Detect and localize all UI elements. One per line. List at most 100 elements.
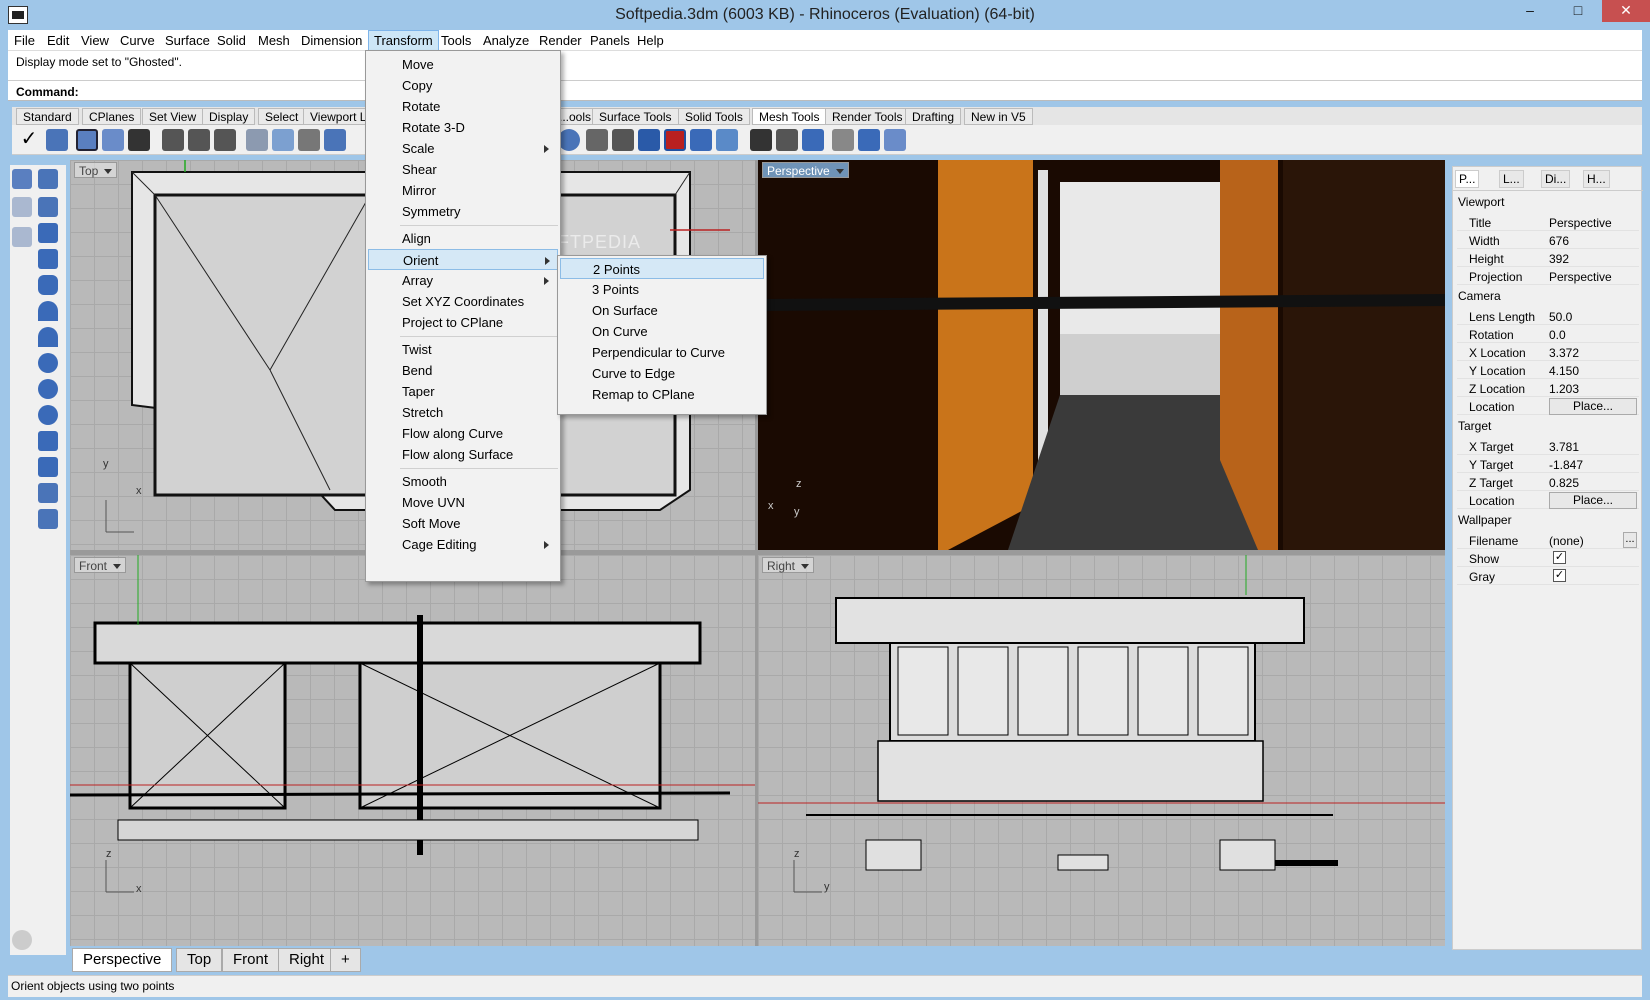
menu-item-flow-surface[interactable]: Flow along Surface [368,444,558,465]
gear-icon[interactable] [12,930,32,950]
mesh-box-icon[interactable] [76,129,98,151]
pipe-icon[interactable] [38,431,58,451]
value-zloc[interactable]: 1.203 [1549,382,1579,396]
mesh-surface-icon[interactable] [272,129,294,151]
viewport-perspective[interactable]: z x y Perspective [758,160,1445,550]
cylinder-icon[interactable] [38,275,58,295]
menu-item-move-uvn[interactable]: Move UVN [368,492,558,513]
close-button[interactable]: ✕ [1602,0,1650,22]
mesh-sphere2-icon[interactable] [558,129,580,151]
curve-icon[interactable] [12,197,32,217]
vptab-right[interactable]: Right [278,948,336,972]
transform-icon[interactable] [38,483,58,503]
menu-item-bend[interactable]: Bend [368,360,558,381]
mesh-figure-icon[interactable] [162,129,184,151]
mesh-triangulate-icon[interactable] [884,129,906,151]
gray-checkbox[interactable]: ✓ [1553,569,1566,582]
chevron-down-icon[interactable] [104,169,113,175]
value-height[interactable]: 392 [1549,252,1569,266]
vptab-perspective[interactable]: Perspective [72,948,173,972]
submenu-item-on-curve[interactable]: On Curve [560,321,764,342]
mesh-skull-icon[interactable] [298,129,320,151]
menu-mesh[interactable]: Mesh [258,33,290,48]
value-ytarget[interactable]: -1.847 [1549,458,1583,472]
viewport-title-top[interactable]: Top [74,162,118,178]
menu-analyze[interactable]: Analyze [483,33,529,48]
tab-surface-tools[interactable]: Surface Tools [592,108,679,125]
menu-tools[interactable]: Tools [441,33,471,48]
show-checkbox[interactable]: ✓ [1553,551,1566,564]
tab-layers[interactable]: L... [1499,170,1524,188]
viewport-title-perspective[interactable]: Perspective [762,162,849,178]
menu-transform[interactable]: Transform [368,30,439,51]
value-xloc[interactable]: 3.372 [1549,346,1579,360]
submenu-item-on-surface[interactable]: On Surface [560,300,764,321]
menu-solid[interactable]: Solid [217,33,246,48]
tab-set-view[interactable]: Set View [142,108,204,125]
mesh-cut-icon[interactable] [586,129,608,151]
menu-item-rotate[interactable]: Rotate [368,96,558,117]
tab-mesh-tools[interactable]: Mesh Tools [752,108,827,125]
checkmark-icon[interactable]: ✓ [18,129,40,151]
menu-item-twist[interactable]: Twist [368,339,558,360]
menu-curve[interactable]: Curve [120,33,155,48]
menu-item-smooth[interactable]: Smooth [368,471,558,492]
maximize-button[interactable]: □ [1558,0,1598,22]
mesh-split-icon[interactable] [612,129,634,151]
menu-item-soft-move[interactable]: Soft Move [368,513,558,534]
mesh-patch-icon[interactable] [102,129,124,151]
submenu-item-3-points[interactable]: 3 Points [560,279,764,300]
menu-item-stretch[interactable]: Stretch [368,402,558,423]
torus-icon[interactable] [38,405,58,425]
wrench-icon[interactable] [46,129,68,151]
tab-standard[interactable]: Standard [16,108,79,125]
tab-help[interactable]: H... [1583,170,1610,188]
chevron-down-icon[interactable] [801,564,810,570]
extrude-icon[interactable] [38,457,58,477]
mesh-delete-icon[interactable] [664,129,686,151]
point-icon[interactable] [12,169,32,189]
menu-item-move[interactable]: Move [368,54,558,75]
submenu-item-curve-to-edge[interactable]: Curve to Edge [560,363,764,384]
browse-button[interactable]: ... [1623,532,1637,548]
sphere-icon[interactable] [38,353,58,373]
mesh-flip-icon[interactable] [638,129,660,151]
mesh-figure3-icon[interactable] [214,129,236,151]
menu-surface[interactable]: Surface [165,33,210,48]
menu-dimension[interactable]: Dimension [301,33,362,48]
polygon-icon[interactable] [38,197,58,217]
mesh-fill-icon[interactable] [690,129,712,151]
value-rotation[interactable]: 0.0 [1549,328,1566,342]
tab-new-in-v5[interactable]: New in V5 [964,108,1033,125]
cone-icon[interactable] [38,301,58,321]
tab-cplanes[interactable]: CPlanes [82,108,142,125]
place-target-button[interactable]: Place... [1549,492,1637,509]
menu-view[interactable]: View [81,33,109,48]
value-title[interactable]: Perspective [1549,216,1612,230]
mesh-reduce-icon[interactable] [858,129,880,151]
menu-item-shear[interactable]: Shear [368,159,558,180]
tab-select[interactable]: Select [258,108,306,125]
tab-drafting[interactable]: Drafting [905,108,962,125]
value-lens[interactable]: 50.0 [1549,310,1572,324]
tab-solid-tools[interactable]: Solid Tools [678,108,750,125]
mesh-figure2-icon[interactable] [188,129,210,151]
truncated-cone-icon[interactable] [38,327,58,347]
tab-display[interactable]: Di... [1541,170,1571,188]
cube-icon[interactable] [38,249,58,269]
menu-item-set-xyz[interactable]: Set XYZ Coordinates [368,291,558,312]
menu-panels[interactable]: Panels [590,33,630,48]
mesh-table-icon[interactable] [750,129,772,151]
menu-item-symmetry[interactable]: Symmetry [368,201,558,222]
menu-item-project-cplane[interactable]: Project to CPlane [368,312,558,333]
submenu-item-perpendicular[interactable]: Perpendicular to Curve [560,342,764,363]
menu-item-copy[interactable]: Copy [368,75,558,96]
tab-display[interactable]: Display [202,108,256,125]
menu-item-align[interactable]: Align [368,228,558,249]
add-viewport-icon[interactable]: + [330,948,361,972]
chevron-down-icon[interactable] [835,169,844,175]
vptab-front[interactable]: Front [222,948,280,972]
tab-render-tools[interactable]: Render Tools [825,108,910,125]
place-camera-button[interactable]: Place... [1549,398,1637,415]
circle-icon[interactable] [12,227,32,247]
